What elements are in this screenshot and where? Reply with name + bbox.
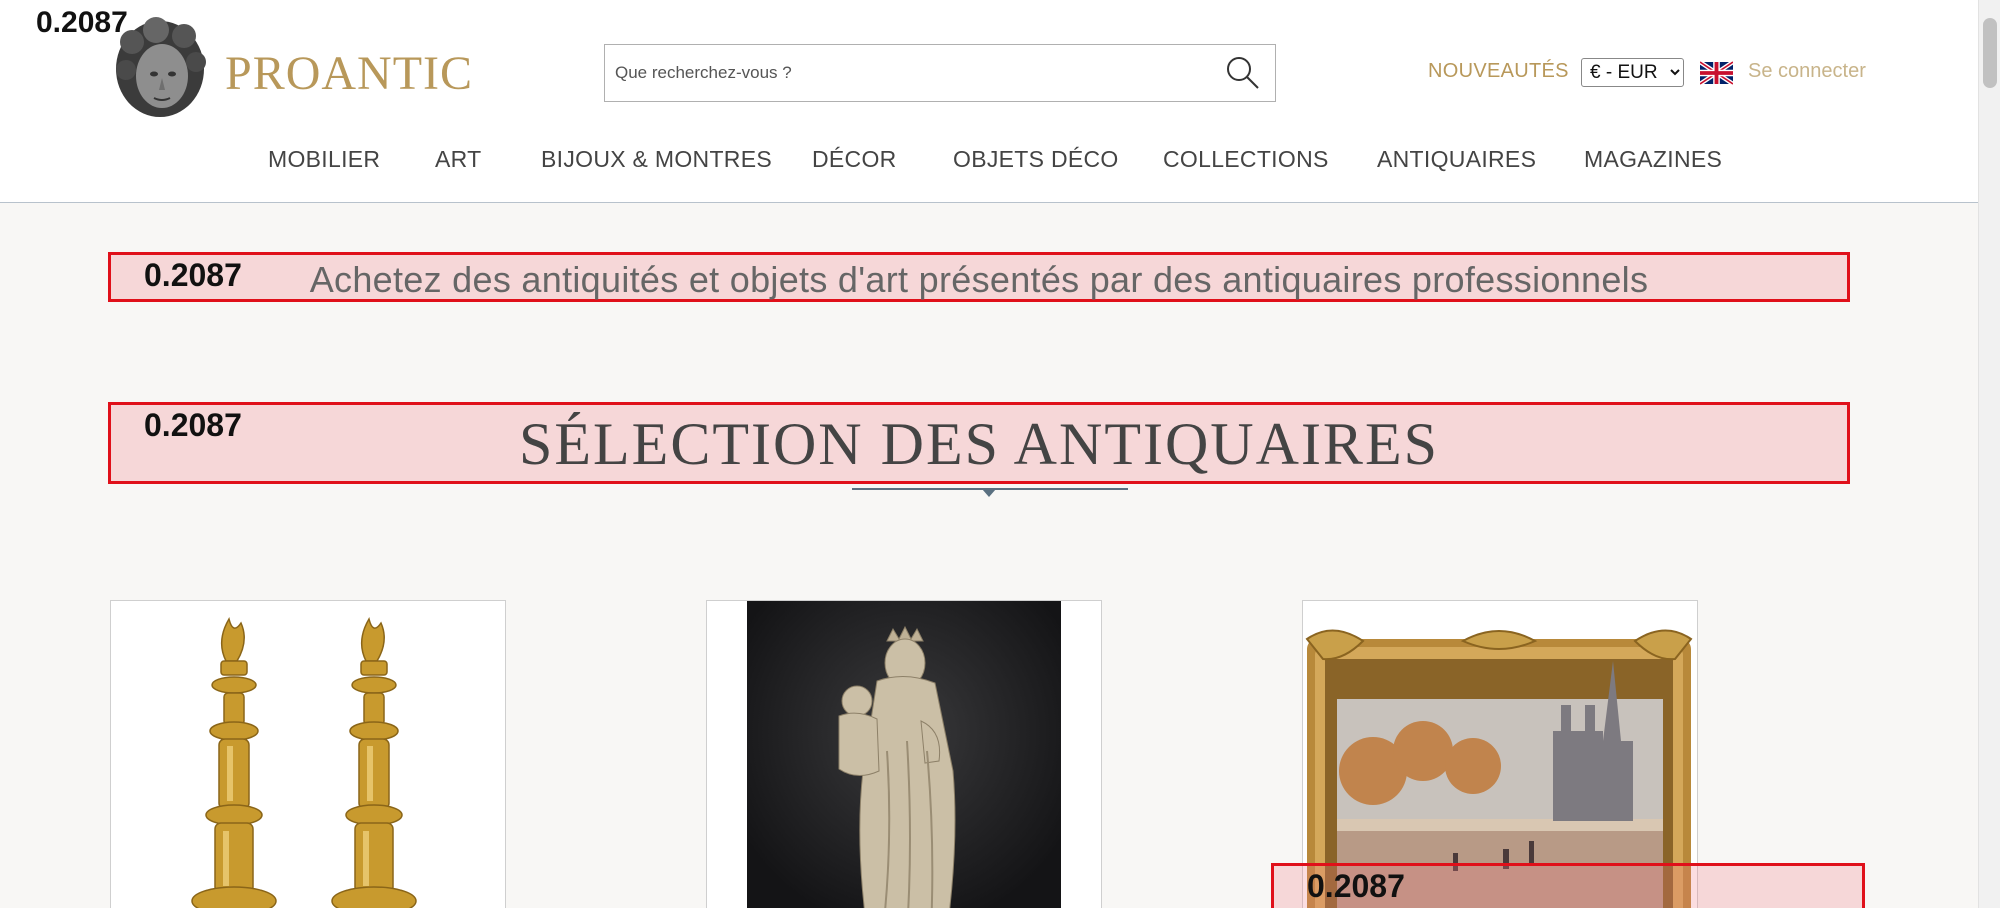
- logo-head-icon[interactable]: [110, 14, 210, 124]
- nouveautes-link[interactable]: NOUVEAUTÉS: [1428, 60, 1569, 83]
- nav-item-bijoux-montres[interactable]: BIJOUX & MONTRES: [541, 146, 772, 173]
- annotation-label-tagline: 0.2087: [144, 257, 242, 293]
- search-bar: [604, 44, 1276, 102]
- page-scrollbar[interactable]: [1978, 0, 2000, 908]
- site-header: 0.2087 PROANTIC NOUVEAUTÉS € - EUR S: [0, 0, 1978, 203]
- section-title: SÉLECTION DES ANTIQUAIRES: [519, 411, 1439, 477]
- search-input[interactable]: [615, 45, 1205, 101]
- tagline-annotation: Achetez des antiquités et objets d'art p…: [108, 252, 1850, 302]
- annotation-label-title: 0.2087: [144, 407, 242, 443]
- card-annotation: 0.2087: [1271, 863, 1865, 908]
- framed-painting-image: [1303, 601, 1697, 908]
- product-card-framed-painting[interactable]: [1302, 600, 1698, 908]
- product-card-candlesticks[interactable]: [110, 600, 506, 908]
- main-nav: MOBILIER ART BIJOUX & MONTRES DÉCOR OBJE…: [0, 146, 1978, 182]
- madonna-statue-image: [707, 601, 1101, 908]
- section-title-annotation: SÉLECTION DES ANTIQUAIRES 0.2087: [108, 402, 1850, 484]
- currency-select[interactable]: € - EUR: [1581, 58, 1684, 87]
- divider-arrow-icon: [982, 489, 996, 497]
- nav-item-collections[interactable]: COLLECTIONS: [1163, 146, 1329, 173]
- annotation-label-card: 0.2087: [1307, 868, 1405, 904]
- login-link[interactable]: Se connecter: [1748, 60, 1866, 83]
- nav-item-mobilier[interactable]: MOBILIER: [268, 146, 380, 173]
- nav-item-objets-deco[interactable]: OBJETS DÉCO: [953, 146, 1119, 173]
- nav-item-antiquaires[interactable]: ANTIQUAIRES: [1377, 146, 1536, 173]
- nav-item-decor[interactable]: DÉCOR: [812, 146, 897, 173]
- tagline-text: Achetez des antiquités et objets d'art p…: [309, 259, 1649, 300]
- scrollbar-thumb[interactable]: [1983, 18, 1997, 88]
- brand-name[interactable]: PROANTIC: [225, 46, 473, 101]
- product-card-madonna-statue[interactable]: [706, 600, 1102, 908]
- candlesticks-image: [111, 601, 505, 908]
- uk-flag-icon[interactable]: [1700, 61, 1733, 85]
- search-button[interactable]: [1223, 55, 1263, 93]
- nav-item-art[interactable]: ART: [435, 146, 482, 173]
- nav-item-magazines[interactable]: MAGAZINES: [1584, 146, 1722, 173]
- search-icon: [1227, 57, 1259, 89]
